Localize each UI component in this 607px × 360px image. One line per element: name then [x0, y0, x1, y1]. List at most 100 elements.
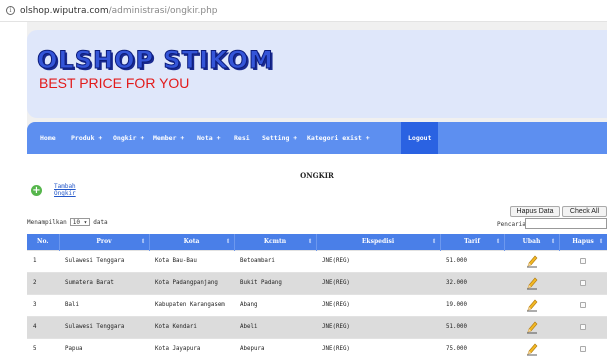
delete-data-button[interactable]: Hapus Data	[510, 206, 560, 217]
col-header-prov[interactable]: Prov ⇕	[59, 234, 150, 250]
page-title: ONGKIR	[300, 171, 334, 180]
col-header-kcmtn[interactable]: Kcmtn ⇕	[234, 234, 317, 250]
nav-setting[interactable]: Setting +	[262, 122, 297, 154]
col-header-kota[interactable]: Kota ⇕	[149, 234, 235, 250]
search-input[interactable]	[525, 218, 607, 229]
cell-kota: Kabupaten Karangasem	[149, 293, 234, 316]
show-suffix: data	[93, 218, 108, 226]
pencil-icon[interactable]	[526, 321, 538, 334]
page: OLSHOP STIKOM BEST PRICE FOR YOU Home Pr…	[27, 22, 607, 360]
col-header-no[interactable]: No.	[27, 234, 60, 250]
info-icon[interactable]: i	[6, 6, 15, 15]
cell-ubah	[504, 293, 559, 316]
table-row: 1 Sulawesi Tenggara Kota Bau-Bau Betoamb…	[27, 249, 607, 272]
row-checkbox[interactable]	[580, 257, 586, 264]
col-header-tarif-label: Tarif	[464, 238, 480, 246]
nav-produk[interactable]: Produk +	[71, 122, 102, 154]
cell-prov: Sulawesi Tenggara	[59, 315, 149, 338]
pencil-icon[interactable]	[526, 299, 538, 312]
add-link-line2: Ongkir	[54, 190, 76, 197]
pencil-icon[interactable]	[526, 343, 538, 356]
nav-nota[interactable]: Nota +	[197, 122, 220, 154]
cell-ekspedisi: JNE(REG)	[316, 293, 440, 316]
plus-circle-icon[interactable]: +	[31, 185, 42, 196]
cell-kcmtn: Abepura	[234, 337, 316, 360]
cell-tarif: 19.000	[440, 293, 504, 316]
sort-arrows-icon: ⇕	[550, 238, 556, 245]
check-all-button[interactable]: Check All	[562, 206, 607, 217]
table-header-row: No. Prov ⇕ Kota ⇕ Kcmtn ⇕ Ekspedisi ⇕ Tarif ⇕…	[27, 234, 607, 250]
col-header-ubah[interactable]: Ubah ⇕	[504, 234, 560, 250]
pencil-icon[interactable]	[526, 277, 538, 290]
cell-ubah	[504, 337, 559, 360]
cell-ubah	[504, 315, 559, 338]
cell-hapus	[559, 337, 607, 360]
sort-arrows-icon: ⇕	[225, 238, 231, 245]
main-nav: Home Produk + Ongkir + Member + Nota + R…	[27, 122, 607, 154]
row-checkbox[interactable]	[580, 323, 586, 330]
nav-logout[interactable]: Logout	[401, 122, 439, 154]
table-row: 3 Bali Kabupaten Karangasem Abang JNE(RE…	[27, 293, 607, 316]
cell-no: 1	[27, 249, 59, 272]
col-header-ekspedisi-label: Ekspedisi	[361, 238, 395, 246]
cell-prov: Sulawesi Tenggara	[59, 249, 149, 272]
cell-no: 3	[27, 293, 59, 316]
cell-kota: Kota Jayapura	[149, 337, 234, 360]
page-length-value: 10	[72, 219, 80, 226]
page-length-select[interactable]: 10 ▾	[69, 218, 91, 226]
cell-ubah	[504, 271, 559, 294]
cell-hapus	[559, 315, 607, 338]
cell-kcmtn: Abeli	[234, 315, 316, 338]
cell-kota: Kota Bau-Bau	[149, 249, 234, 272]
nav-kategori[interactable]: Kategori exist +	[307, 122, 370, 154]
main-content: ONGKIR + Tambah Ongkir Menampilkan 10 ▾ …	[27, 154, 607, 360]
page-length-control: Menampilkan 10 ▾ data	[27, 218, 108, 226]
col-header-hapus[interactable]: Hapus ⇕	[559, 234, 607, 250]
sort-arrows-icon: ⇕	[431, 238, 437, 245]
col-header-kota-label: Kota	[183, 238, 200, 246]
site-header: OLSHOP STIKOM BEST PRICE FOR YOU	[27, 30, 607, 118]
cell-ubah	[504, 249, 559, 272]
cell-kcmtn: Betoambari	[234, 249, 316, 272]
logo-tagline: BEST PRICE FOR YOU	[39, 75, 190, 91]
col-header-tarif[interactable]: Tarif ⇕	[440, 234, 505, 250]
table-row: 4 Sulawesi Tenggara Kota Kendari Abeli J…	[27, 315, 607, 338]
sort-arrows-icon: ⇕	[598, 238, 604, 245]
pencil-icon[interactable]	[526, 255, 538, 268]
cell-ekspedisi: JNE(REG)	[316, 337, 440, 360]
address-bar[interactable]: i olshop.wiputra.com/administrasi/ongkir…	[0, 0, 607, 22]
ongkir-table: No. Prov ⇕ Kota ⇕ Kcmtn ⇕ Ekspedisi ⇕ Tarif ⇕…	[27, 234, 607, 360]
nav-ongkir[interactable]: Ongkir +	[113, 122, 144, 154]
row-checkbox[interactable]	[580, 279, 586, 286]
nav-resi[interactable]: Resi	[234, 122, 250, 154]
cell-no: 5	[27, 337, 59, 360]
cell-kcmtn: Bukit Padang	[234, 271, 316, 294]
col-header-prov-label: Prov	[96, 238, 112, 246]
cell-hapus	[559, 249, 607, 272]
table-row: 5 Papua Kota Jayapura Abepura JNE(REG) 7…	[27, 337, 607, 360]
sort-arrows-icon: ⇕	[495, 238, 501, 245]
cell-ekspedisi: JNE(REG)	[316, 315, 440, 338]
add-ongkir-link[interactable]: Tambah Ongkir	[54, 183, 76, 197]
cell-no: 4	[27, 315, 59, 338]
cell-hapus	[559, 293, 607, 316]
table-row: 2 Sumatera Barat Kota Padangpanjang Buki…	[27, 271, 607, 294]
add-link-line1: Tambah	[54, 183, 76, 190]
row-checkbox[interactable]	[580, 301, 586, 308]
cell-tarif: 51.000	[440, 315, 504, 338]
url-path: /administrasi/ongkir.php	[108, 5, 218, 16]
show-prefix: Menampilkan	[27, 218, 67, 226]
cell-hapus	[559, 271, 607, 294]
col-header-ekspedisi[interactable]: Ekspedisi ⇕	[316, 234, 441, 250]
col-header-kcmtn-label: Kcmtn	[263, 238, 287, 246]
url-host: olshop.wiputra.com	[20, 5, 109, 16]
nav-home[interactable]: Home	[40, 122, 56, 154]
cell-ekspedisi: JNE(REG)	[316, 271, 440, 294]
cell-no: 2	[27, 271, 59, 294]
cell-kota: Kota Padangpanjang	[149, 271, 234, 294]
cell-ekspedisi: JNE(REG)	[316, 249, 440, 272]
col-header-ubah-label: Ubah	[522, 238, 541, 246]
cell-tarif: 51.000	[440, 249, 504, 272]
nav-member[interactable]: Member +	[153, 122, 184, 154]
cell-kcmtn: Abang	[234, 293, 316, 316]
